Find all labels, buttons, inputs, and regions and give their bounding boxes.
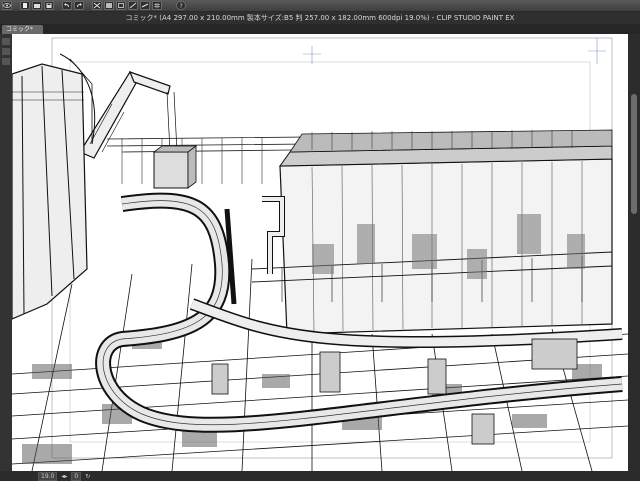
rotate-icon[interactable]: ↻ <box>85 473 90 480</box>
window-title: コミック* (A4 297.00 x 210.00mm 製本サイズ:B5 判 2… <box>0 12 640 24</box>
canvas[interactable] <box>12 34 628 471</box>
snap-icon[interactable] <box>128 1 138 10</box>
new-file-icon[interactable] <box>20 1 30 10</box>
ruler-icon[interactable] <box>140 1 150 10</box>
manga-background-artwork <box>12 34 628 471</box>
vertical-scrollbar[interactable] <box>628 34 640 471</box>
panel-icon[interactable] <box>2 58 10 65</box>
open-file-icon[interactable] <box>32 1 42 10</box>
main-toolbar: ? <box>0 0 640 12</box>
zoom-field[interactable]: 19.0 <box>38 471 58 481</box>
angle-field[interactable]: 0 <box>71 471 82 481</box>
fill-icon[interactable] <box>104 1 114 10</box>
scroll-thumb[interactable] <box>631 94 637 214</box>
status-bar: 19.0 ◂▸ 0 ↻ <box>0 471 640 481</box>
tab-bar: コミック* <box>0 24 640 34</box>
layer-icon[interactable] <box>2 38 10 45</box>
save-icon[interactable] <box>44 1 54 10</box>
eye-icon[interactable] <box>2 1 12 10</box>
svg-text:?: ? <box>180 3 183 9</box>
zoom-stepper-icon[interactable]: ◂▸ <box>61 473 67 480</box>
undo-icon[interactable] <box>62 1 72 10</box>
transform-icon[interactable] <box>116 1 126 10</box>
grid-icon[interactable] <box>152 1 162 10</box>
minimize-icon[interactable] <box>2 48 10 55</box>
clear-icon[interactable] <box>92 1 102 10</box>
help-icon[interactable]: ? <box>176 1 186 10</box>
tab-comic[interactable]: コミック* <box>2 25 44 34</box>
redo-icon[interactable] <box>74 1 84 10</box>
